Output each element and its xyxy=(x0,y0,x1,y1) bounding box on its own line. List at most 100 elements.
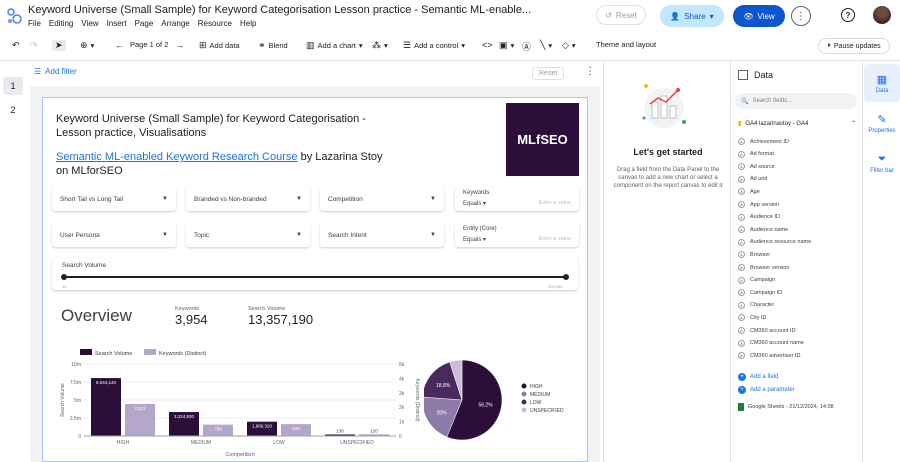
field-item[interactable]: A Audience ID xyxy=(738,213,780,221)
keywords-value-field[interactable]: Enter a value xyxy=(539,200,571,207)
next-page-icon[interactable]: → xyxy=(175,40,184,50)
search-volume-scorecard[interactable]: Search Volume 13,357,190 xyxy=(248,306,313,327)
view-button[interactable]: 👁 View xyxy=(733,5,785,27)
add-filter-button[interactable]: ☰ Add filter xyxy=(34,67,77,76)
text-icon[interactable]: Ⓐ xyxy=(522,40,531,53)
more-options-icon[interactable]: ⋮ xyxy=(791,6,811,26)
branded-dropdown[interactable]: Branded vs Non-branded ▼ xyxy=(186,187,310,211)
google-sheets-source[interactable]: Google Sheets - 21/12/2024, 14:08 xyxy=(738,403,834,411)
help-icon[interactable]: ? xyxy=(841,8,855,22)
share-button[interactable]: 👤 Share ▾ xyxy=(660,5,724,27)
text-field-icon: A xyxy=(738,352,745,360)
shape-icon[interactable]: ◇ ▾ xyxy=(562,40,576,51)
text-field-icon: A xyxy=(738,314,745,322)
avatar[interactable] xyxy=(873,6,891,24)
page-indicator[interactable]: Page 1 of 2 xyxy=(130,40,168,49)
report-title[interactable]: Keyword Universe (Small Sample) for Keyw… xyxy=(28,4,531,16)
add-parameter-button[interactable]: + Add a parameter xyxy=(738,386,795,394)
chevron-down-icon: ▾ xyxy=(709,11,714,21)
add-data-button[interactable]: ⊞ Add data xyxy=(199,40,240,51)
canvas-reset-button[interactable]: Reset xyxy=(532,67,565,80)
slider-track[interactable] xyxy=(64,276,566,278)
keywords-operator[interactable]: Equals ▾ xyxy=(463,200,486,207)
field-item[interactable]: A Audience resource name xyxy=(738,238,811,246)
zoom-icon[interactable]: ⊕ ▾ xyxy=(80,40,94,51)
tab-properties[interactable]: ✎ Properties xyxy=(864,104,900,142)
field-item[interactable]: A CM360 account name xyxy=(738,339,804,347)
field-item[interactable]: A City ID xyxy=(738,314,767,322)
undo-icon[interactable]: ↶ xyxy=(12,40,20,51)
y-tick-right: 0 xyxy=(399,434,402,440)
image-icon[interactable]: ▣ ▾ xyxy=(499,40,514,51)
entity-input-control[interactable]: Entity (Core) Equals ▾ Enter a value xyxy=(455,223,579,247)
text-field-icon: A xyxy=(738,301,745,309)
pie-label: 20% xyxy=(437,411,448,417)
field-item[interactable]: A Age xyxy=(738,188,760,196)
field-item[interactable]: A Audience name xyxy=(738,226,788,234)
tab-filter-bar[interactable]: ⏷ Filter bar xyxy=(864,144,900,182)
pie-label: 56.2% xyxy=(478,403,493,409)
page-thumb-2[interactable]: 2 xyxy=(3,101,23,119)
field-item[interactable]: A CM360 account ID xyxy=(738,327,796,334)
menu-help[interactable]: Help xyxy=(240,19,256,28)
field-item[interactable]: A CM360 advertiser ID xyxy=(738,352,800,360)
topic-dropdown[interactable]: Topic ▼ xyxy=(186,223,310,247)
slider-min-handle[interactable] xyxy=(61,274,67,280)
entity-value-field[interactable]: Enter a value xyxy=(539,236,571,243)
menu-page[interactable]: Page xyxy=(135,19,154,28)
reset-icon: ↺ xyxy=(605,10,612,20)
divider xyxy=(0,60,900,61)
competition-pie-chart[interactable]: 56.2% 20% 18.8% HIGH MEDIUM LOW UNSPECIFIED xyxy=(424,354,584,454)
theme-layout-button[interactable]: Theme and layout xyxy=(596,40,656,49)
add-control-button[interactable]: ☰ Add a control ▾ xyxy=(403,40,465,51)
field-item[interactable]: A App version xyxy=(738,201,779,208)
analytics-icon: ▮ xyxy=(738,121,742,127)
previous-page-icon[interactable]: ← xyxy=(115,40,124,50)
competition-dropdown[interactable]: Competition ▼ xyxy=(320,187,444,211)
short-long-tail-dropdown[interactable]: Short Tail vs Long Tail ▼ xyxy=(52,187,176,211)
keywords-scorecard[interactable]: Keywords 3,954 xyxy=(175,306,208,327)
blend-button[interactable]: ⚭ Blend xyxy=(258,40,288,51)
pause-updates-button[interactable]: ⏸ Pause updates xyxy=(818,38,890,54)
field-item[interactable]: A Character xyxy=(738,301,774,309)
menu-file[interactable]: File xyxy=(28,19,41,28)
field-item[interactable]: A Ad format xyxy=(738,150,774,158)
more-vert-icon[interactable]: ⋮ xyxy=(585,66,595,77)
field-item[interactable]: A Campaign xyxy=(738,276,775,284)
competition-bar-chart[interactable]: Search Volume Keywords (Distinct) 0 2.5m 5m 7… xyxy=(56,344,420,462)
line-icon[interactable]: ╲ ▾ xyxy=(540,40,552,51)
search-fields-input[interactable]: 🔍 Search fields... xyxy=(735,93,857,109)
mlforseo-logo[interactable]: MLfSEO xyxy=(506,103,579,176)
pencil-icon: ✎ xyxy=(877,113,887,126)
menu-editing[interactable]: Editing xyxy=(49,19,73,28)
redo-icon[interactable]: ↷ xyxy=(30,40,38,51)
add-field-button[interactable]: + Add a field xyxy=(738,373,778,381)
code-embed-icon[interactable]: <> xyxy=(482,40,493,50)
field-item[interactable]: A Browser xyxy=(738,251,770,259)
menu-view[interactable]: View xyxy=(81,19,98,28)
keywords-input-control[interactable]: Keywords Equals ▾ Enter a value xyxy=(455,187,579,211)
data-source-selector[interactable]: ▮ GA4 lazarinastoy - GA4 ⌃ xyxy=(738,120,856,128)
community-viz-icon[interactable]: ⁂ ▾ xyxy=(372,40,388,51)
field-item[interactable]: A Ad unit xyxy=(738,175,767,183)
user-persona-dropdown[interactable]: User Persona ▼ xyxy=(52,223,176,247)
course-link[interactable]: Semantic ML-enabled Keyword Research Cou… xyxy=(56,151,298,163)
menu-arrange[interactable]: Arrange xyxy=(161,19,189,28)
page-thumb-1[interactable]: 1 xyxy=(3,77,23,95)
add-chart-button[interactable]: ▥ Add a chart ▾ xyxy=(306,40,363,51)
menu-resource[interactable]: Resource xyxy=(198,19,232,28)
select-cursor-icon[interactable]: ➤ xyxy=(52,40,66,51)
field-item[interactable]: A Ad source xyxy=(738,163,775,171)
report-heading[interactable]: Keyword Universe (Small Sample) for Keyw… xyxy=(56,112,396,140)
tab-data[interactable]: ▦ Data xyxy=(864,64,900,102)
field-item[interactable]: A Browser version xyxy=(738,264,789,271)
field-item[interactable]: A Achievement ID xyxy=(738,138,789,145)
search-intent-dropdown[interactable]: Search Intent ▼ xyxy=(320,223,444,247)
slider-max-handle[interactable] xyxy=(563,274,569,280)
looker-studio-logo-icon[interactable] xyxy=(6,7,22,25)
field-item[interactable]: A Campaign ID xyxy=(738,289,782,297)
course-credit[interactable]: Semantic ML-enabled Keyword Research Cou… xyxy=(56,150,396,178)
reset-button[interactable]: ↺ Reset xyxy=(596,5,646,25)
entity-operator[interactable]: Equals ▾ xyxy=(463,236,486,243)
menu-insert[interactable]: Insert xyxy=(107,19,127,28)
